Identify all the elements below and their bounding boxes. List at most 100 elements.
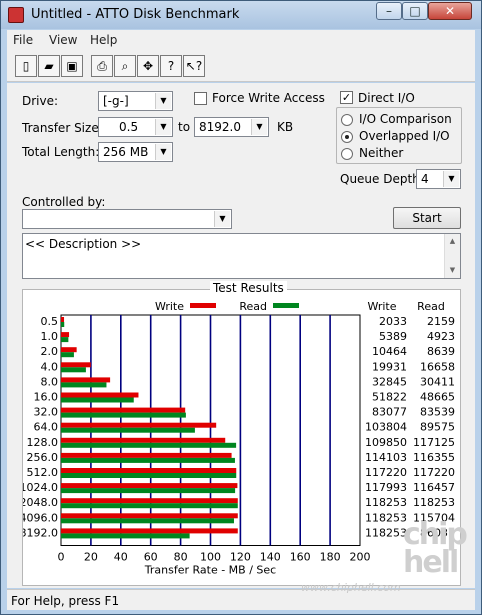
read-bar (61, 457, 235, 463)
read-bar (61, 427, 195, 433)
write-value: 83077 (372, 406, 407, 419)
overlapped-io-radio[interactable] (341, 131, 353, 143)
write-value: 118253 (365, 496, 407, 509)
force-write-checkbox[interactable] (194, 92, 207, 105)
io-comparison-label: I/O Comparison (359, 112, 452, 126)
start-button[interactable]: Start (393, 207, 461, 229)
title-bar[interactable]: Untitled - ATTO Disk Benchmark – □ ✕ (1, 1, 481, 29)
read-value: 8639 (427, 345, 455, 358)
description-textarea[interactable]: << Description >> ▲ ▼ (22, 233, 461, 279)
controlled-by-select[interactable]: ▼ (22, 209, 232, 229)
read-bar (61, 503, 238, 509)
menu-help[interactable]: Help (90, 33, 117, 47)
minimize-button[interactable]: – (376, 2, 402, 20)
chevron-down-icon: ▼ (443, 171, 459, 187)
write-bar (61, 317, 65, 322)
scroll-down-icon[interactable]: ▼ (445, 263, 460, 278)
help-icon: ? (167, 59, 175, 73)
save-icon: ▣ (66, 59, 78, 73)
menu-view[interactable]: View (49, 33, 77, 47)
move-button[interactable]: ✥ (137, 55, 159, 77)
print-preview-button[interactable]: ⌕ (114, 55, 136, 77)
io-comparison-radio[interactable] (341, 114, 353, 126)
print-preview-icon: ⌕ (121, 59, 129, 73)
direct-io-label: Direct I/O (358, 91, 415, 105)
context-help-button[interactable]: ↖? (183, 55, 205, 77)
queue-depth-select[interactable]: 4 ▼ (416, 169, 461, 189)
write-value: 5389 (379, 330, 407, 343)
read-value: 118253 (413, 496, 455, 509)
x-tick-label: 20 (84, 551, 98, 564)
legend-write-label: Write (155, 300, 184, 313)
open-button[interactable]: ▰ (38, 55, 60, 77)
y-tick-label: 8192.0 (23, 526, 58, 539)
x-tick-label: 60 (144, 551, 158, 564)
help-button[interactable]: ? (160, 55, 182, 77)
direct-io-checkbox[interactable]: ✓ (340, 91, 353, 104)
write-value: 117220 (365, 466, 407, 479)
status-text: For Help, press F1 (11, 594, 120, 608)
read-value: 16658 (420, 360, 455, 373)
legend-read-label: Read (239, 300, 267, 313)
write-bar (61, 483, 238, 489)
menu-file[interactable]: File (13, 33, 33, 47)
x-axis-label: Transfer Rate - MB / Sec (144, 564, 276, 577)
legend-write-swatch (190, 303, 216, 308)
app-window: Untitled - ATTO Disk Benchmark – □ ✕ Fil… (0, 0, 482, 615)
read-bar (61, 518, 234, 524)
read-value: 2159 (427, 315, 455, 328)
close-icon: ✕ (444, 4, 456, 18)
print-icon: ⎙ (97, 59, 107, 73)
maximize-button[interactable]: □ (402, 2, 428, 20)
read-value: 83539 (420, 406, 455, 419)
neither-radio[interactable] (341, 148, 353, 160)
description-text: << Description >> (25, 237, 142, 251)
legend-read-swatch (273, 303, 299, 308)
transfer-size-label: Transfer Size: (22, 121, 103, 135)
read-bar (61, 412, 186, 418)
read-bar (61, 397, 134, 403)
save-button[interactable]: ▣ (61, 55, 83, 77)
y-tick-label: 64.0 (34, 421, 59, 434)
write-value: 32845 (372, 375, 407, 388)
close-button[interactable]: ✕ (428, 2, 472, 20)
write-bar (61, 422, 217, 428)
chevron-down-icon: ▼ (155, 144, 171, 160)
write-bar (61, 452, 232, 458)
write-bar (61, 528, 238, 534)
force-write-label: Force Write Access (212, 91, 325, 105)
y-tick-label: 128.0 (27, 436, 59, 449)
overlapped-io-label: Overlapped I/O (359, 129, 450, 143)
main-panel: Drive: [-g-] ▼ Force Write Access ✓ Dire… (7, 83, 475, 588)
description-scrollbar[interactable]: ▲ ▼ (444, 234, 460, 278)
new-button[interactable]: ▯ (15, 55, 37, 77)
transfer-size-from-select[interactable]: 0.5 ▼ (98, 117, 173, 137)
total-length-label: Total Length: (22, 145, 100, 159)
read-value: 48665 (420, 391, 455, 404)
toolbar: ▯ ▰ ▣ ⎙ ⌕ ✥? ↖? (7, 50, 475, 82)
read-bar (61, 337, 69, 343)
y-tick-label: 512.0 (27, 466, 59, 479)
transfer-size-to-select[interactable]: 8192.0 ▼ (194, 117, 269, 137)
y-tick-label: 2.0 (41, 345, 59, 358)
to-label: to (178, 120, 191, 134)
write-value: 2033 (379, 315, 407, 328)
write-column-header: Write (367, 300, 396, 313)
y-tick-label: 4.0 (41, 360, 59, 373)
read-bar (61, 488, 236, 494)
y-tick-label: 1.0 (41, 330, 59, 343)
read-bar (61, 352, 74, 358)
x-tick-label: 80 (174, 551, 188, 564)
scroll-up-icon[interactable]: ▲ (445, 234, 460, 249)
write-bar (61, 392, 139, 398)
read-value: 116355 (413, 451, 455, 464)
drive-select[interactable]: [-g-] ▼ (98, 91, 173, 111)
total-length-select[interactable]: 256 MB ▼ (98, 142, 173, 162)
print-button[interactable]: ⎙ (91, 55, 113, 77)
write-value: 103804 (365, 421, 407, 434)
window-title: Untitled - ATTO Disk Benchmark (31, 7, 240, 22)
chevron-down-icon: ▼ (214, 211, 230, 227)
read-bar (61, 367, 86, 373)
write-bar (61, 407, 186, 413)
minimize-icon: – (386, 4, 392, 18)
